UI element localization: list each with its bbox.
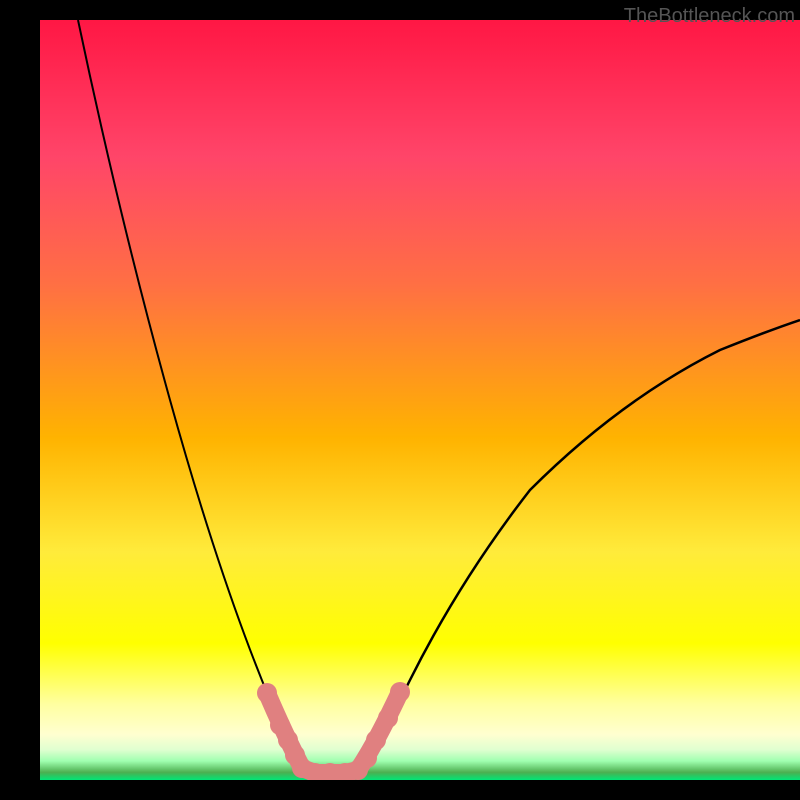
chart-container [40, 20, 800, 780]
gradient-background [40, 20, 800, 780]
chart-svg [40, 20, 800, 780]
watermark-text: TheBottleneck.com [624, 5, 795, 28]
